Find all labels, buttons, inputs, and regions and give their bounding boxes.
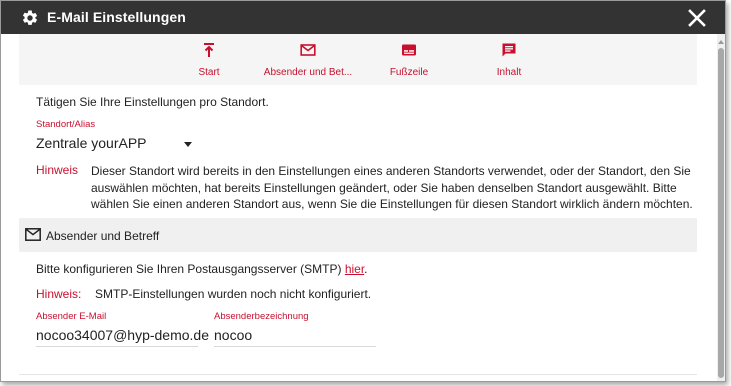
intro-text: Tätigen Sie Ihre Einstellungen pro Stand… <box>36 95 269 109</box>
smtp-hint-label: Hinweis: <box>36 287 82 301</box>
section-toolbar: Start Absender und Bet... Fußzeile Inhal… <box>19 34 697 85</box>
smtp-instruction: Bitte konfigurieren Sie Ihren Postausgan… <box>36 262 368 276</box>
smtp-text: Bitte konfigurieren Sie Ihren Postausgan… <box>36 262 345 276</box>
location-select[interactable]: Zentrale yourAPP <box>36 133 196 155</box>
gear-icon <box>22 10 38 25</box>
toolbar-item-footer[interactable]: Fußzeile <box>381 34 437 85</box>
arrow-up-to-line-icon <box>204 43 214 57</box>
section-title: Absender und Betreff <box>46 229 160 243</box>
vertical-scrollbar[interactable] <box>717 34 725 381</box>
sender-subject-section-header: Absender und Betreff <box>19 218 697 252</box>
sender-name-field[interactable]: Absenderbezeichnung nocoo <box>214 311 376 347</box>
toolbar-item-label: Absender und Bet... <box>263 67 353 78</box>
envelope-icon <box>300 44 316 56</box>
sender-name-label: Absenderbezeichnung <box>214 311 309 322</box>
scroll-up-arrow-icon[interactable] <box>717 38 725 46</box>
sender-email-value: nocoo34007@hyp-demo.de <box>36 327 210 343</box>
hint-label: Hinweis <box>36 163 79 177</box>
toolbar-item-content[interactable]: Inhalt <box>484 34 534 85</box>
toolbar-item-start[interactable]: Start <box>184 34 234 85</box>
scroll-thumb[interactable] <box>718 48 724 378</box>
toolbar-item-label: Inhalt <box>496 67 522 78</box>
sender-email-field[interactable]: Absender E-Mail nocoo34007@hyp-demo.de <box>36 311 209 347</box>
divider <box>19 374 697 375</box>
toolbar-item-sender-subject[interactable]: Absender und Bet... <box>259 34 357 85</box>
toolbar-item-label: Fußzeile <box>389 67 429 78</box>
title-bar: E-Mail Einstellungen <box>1 1 725 34</box>
sender-name-value: nocoo <box>214 327 253 343</box>
close-icon[interactable] <box>687 8 707 28</box>
envelope-icon <box>25 228 41 241</box>
smtp-hint-text: SMTP-Einstellungen wurden noch nicht kon… <box>95 287 372 301</box>
message-icon <box>502 43 516 57</box>
smtp-config-link[interactable]: hier <box>345 262 364 276</box>
smtp-suffix: . <box>364 262 368 276</box>
dialog-title: E-Mail Einstellungen <box>47 9 186 25</box>
toolbar-item-label: Start <box>198 67 220 78</box>
sender-email-label: Absender E-Mail <box>36 311 107 322</box>
location-label: Standort/Alias <box>36 119 96 130</box>
footer-icon <box>402 44 416 56</box>
hint-text: Dieser Standort wird bereits in den Eins… <box>91 164 693 211</box>
chevron-down-icon <box>184 142 192 147</box>
email-settings-dialog: E-Mail Einstellungen Start Absender und … <box>0 0 726 382</box>
location-value: Zentrale yourAPP <box>36 135 147 151</box>
